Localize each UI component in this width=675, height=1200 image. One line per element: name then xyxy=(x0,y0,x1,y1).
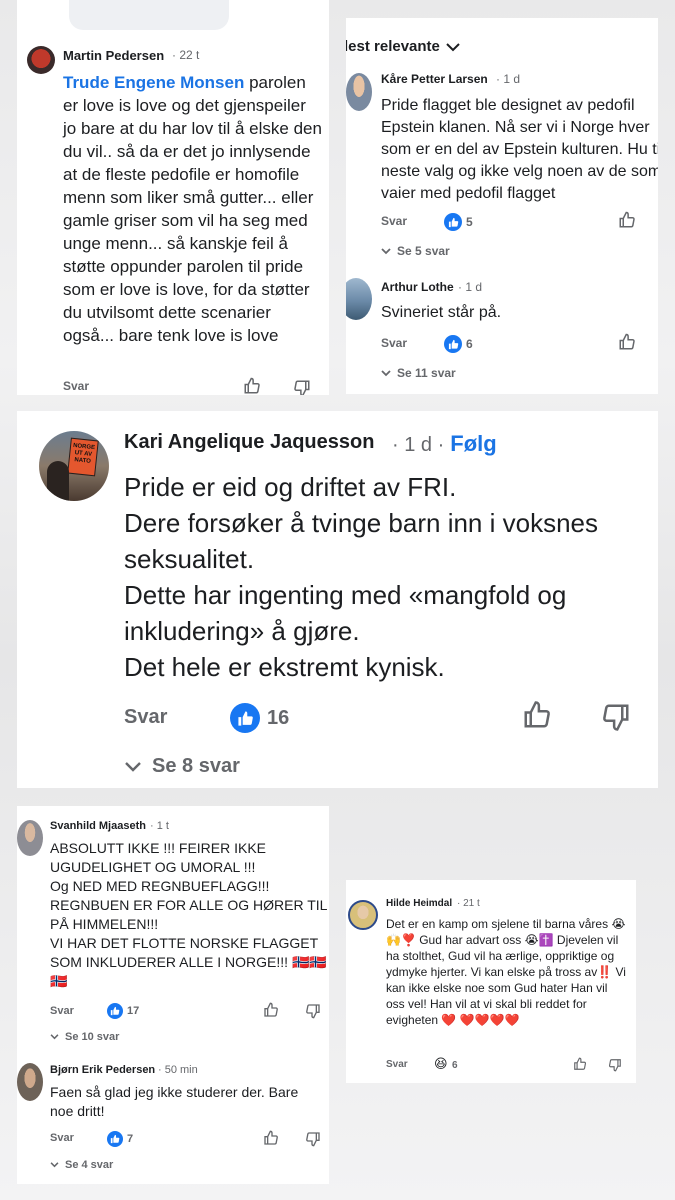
avatar[interactable]: NORGE UT AV NATO xyxy=(39,431,109,501)
comment-text: Trude Engene Monsen parolen er love is l… xyxy=(63,71,323,347)
comment-card-top-right: lest relevante Kåre Petter Larsen · 1 d … xyxy=(346,18,658,394)
like-reaction-icon xyxy=(444,335,462,353)
comment-line: Pride er eid og driftet av FRI. xyxy=(124,472,457,502)
avatar[interactable] xyxy=(348,900,378,930)
comment-time: · 1 d xyxy=(458,280,483,294)
comment-text: Svineriet står på. xyxy=(381,304,502,321)
person-silhouette xyxy=(47,461,69,501)
thumbs-down-icon[interactable] xyxy=(601,702,631,732)
comment-author[interactable]: Bjørn Erik Pedersen xyxy=(50,1064,155,1076)
mention-link[interactable]: Trude Engene Monsen xyxy=(63,73,244,92)
follow-button[interactable]: Følg xyxy=(450,431,496,457)
chevron-down-icon xyxy=(50,1162,59,1168)
like-reaction-icon xyxy=(107,1003,123,1019)
comment-line: Dere forsøker å tvinge barn inn i voksne… xyxy=(124,508,598,574)
thumbs-up-icon[interactable] xyxy=(573,1057,587,1071)
chevron-down-icon xyxy=(50,1034,59,1040)
reply-button[interactable]: Svar xyxy=(381,214,407,228)
view-replies-button[interactable]: Se 11 svar xyxy=(381,366,456,380)
comment-time: · 1 d · xyxy=(392,434,445,456)
comment-card-bottom-right: Hilde Heimdal · 21 t Det er en kamp om s… xyxy=(346,880,636,1083)
reply-button[interactable]: Svar xyxy=(50,1132,74,1144)
comment-author[interactable]: Arthur Lothe xyxy=(381,280,454,294)
meta-row: · 1 d · Følg xyxy=(392,431,497,457)
chevron-down-icon xyxy=(381,247,391,255)
comment-author[interactable]: Kari Angelique Jaquesson xyxy=(124,431,374,454)
thumbs-up-icon[interactable] xyxy=(243,377,261,395)
like-reaction-icon xyxy=(230,703,260,733)
comment-text: ABSOLUTT IKKE !!! FEIRER IKKE UGUDELIGHE… xyxy=(50,840,327,989)
reply-button[interactable]: Svar xyxy=(124,706,167,729)
sort-dropdown[interactable]: lest relevante xyxy=(346,38,460,55)
chevron-down-icon xyxy=(124,761,142,773)
like-count: 7 xyxy=(127,1133,134,1145)
protest-sign: NORGE UT AV NATO xyxy=(67,437,99,477)
comment-time: · 1 d xyxy=(496,72,521,86)
comment-author[interactable]: Martin Pedersen xyxy=(63,48,164,63)
replies-label: Se 4 svar xyxy=(65,1159,114,1171)
comment-card-featured: NORGE UT AV NATO Kari Angelique Jaquesso… xyxy=(17,411,658,788)
like-count: 6 xyxy=(466,337,473,351)
view-replies-button[interactable]: Se 10 svar xyxy=(50,1031,119,1043)
view-replies-button[interactable]: Se 5 svar xyxy=(381,244,450,258)
comment-time: · 1 t xyxy=(150,820,169,832)
thumbs-up-icon[interactable] xyxy=(618,211,636,229)
thumbs-up-icon[interactable] xyxy=(618,333,636,351)
reply-button[interactable]: Svar xyxy=(381,336,407,350)
comment-time: · 21 t xyxy=(457,898,480,909)
replies-label: Se 11 svar xyxy=(397,366,456,380)
thumbs-up-icon[interactable] xyxy=(522,700,552,730)
chevron-down-icon xyxy=(446,42,460,52)
laughing-emoji-icon: 😆 xyxy=(434,1056,448,1071)
reply-button[interactable]: Svar xyxy=(50,1005,74,1017)
thumbs-down-icon[interactable] xyxy=(305,1131,321,1147)
view-replies-button[interactable]: Se 4 svar xyxy=(50,1159,113,1171)
avatar[interactable] xyxy=(17,820,43,856)
comment-time: · 50 min xyxy=(158,1064,198,1076)
comment-line: Det hele er ekstremt kynisk. xyxy=(124,652,445,682)
reply-bar-stub xyxy=(69,0,229,30)
comment-text: Pride flagget ble designet av pedofil Ep… xyxy=(381,97,658,202)
avatar[interactable] xyxy=(17,1063,43,1101)
thumbs-down-icon[interactable] xyxy=(608,1058,622,1072)
reply-button[interactable]: Svar xyxy=(63,379,89,393)
avatar[interactable] xyxy=(346,73,372,111)
comment-text: Pride er eid og driftet av FRI. Dere for… xyxy=(124,469,644,685)
comment-body: parolen er love is love og det gjenspeil… xyxy=(63,73,322,345)
comment-time: · 22 t xyxy=(172,48,200,62)
thumbs-up-icon[interactable] xyxy=(263,1002,279,1018)
replies-label: Se 5 svar xyxy=(397,244,450,258)
comment-card-top-left: Martin Pedersen · 22 t Trude Engene Mons… xyxy=(17,0,329,395)
reaction-count: 6 xyxy=(452,1060,458,1071)
like-reaction-icon xyxy=(444,213,462,231)
comment-text: Det er en kamp om sjelene til barna våre… xyxy=(386,917,626,1027)
chevron-down-icon xyxy=(381,369,391,377)
comment-text: Faen så glad jeg ikke studerer der. Bare… xyxy=(50,1084,299,1119)
comment-author[interactable]: Svanhild Mjaaseth xyxy=(50,820,146,832)
like-count: 16 xyxy=(267,707,290,729)
comment-author[interactable]: Kåre Petter Larsen xyxy=(381,72,488,86)
thumbs-down-icon[interactable] xyxy=(305,1003,321,1019)
replies-label: Se 10 svar xyxy=(65,1031,120,1043)
reply-button[interactable]: Svar xyxy=(386,1059,408,1070)
like-reaction-icon xyxy=(107,1131,123,1147)
thumbs-down-icon[interactable] xyxy=(293,379,311,395)
sort-label: lest relevante xyxy=(346,38,440,55)
comment-line: Dette har ingenting med «mangfold og ink… xyxy=(124,580,567,646)
comment-card-bottom-left: Svanhild Mjaaseth · 1 t ABSOLUTT IKKE !!… xyxy=(17,806,329,1184)
like-count: 5 xyxy=(466,215,473,229)
like-count: 17 xyxy=(127,1005,140,1017)
comment-author[interactable]: Hilde Heimdal xyxy=(386,898,452,909)
avatar[interactable] xyxy=(346,278,372,320)
avatar[interactable] xyxy=(27,46,55,74)
thumbs-up-icon[interactable] xyxy=(263,1130,279,1146)
replies-label: Se 8 svar xyxy=(152,755,240,777)
view-replies-button[interactable]: Se 8 svar xyxy=(124,755,240,778)
